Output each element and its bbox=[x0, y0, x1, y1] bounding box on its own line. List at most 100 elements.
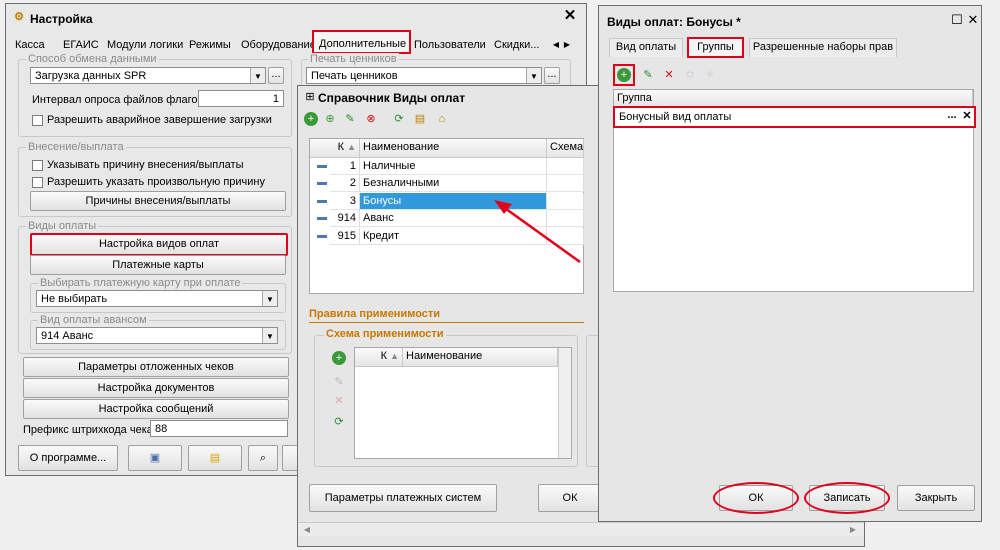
price-print-value: Печать ценников bbox=[311, 70, 398, 82]
open-folder-button[interactable]: ▤ bbox=[188, 445, 242, 471]
row-code: 915 bbox=[330, 227, 360, 245]
ok-highlight bbox=[713, 482, 799, 514]
scheme-delete-icon[interactable]: ✕ bbox=[332, 394, 346, 408]
list-icon[interactable]: ▤ bbox=[413, 112, 427, 126]
delete-icon[interactable]: ⊗ bbox=[364, 112, 378, 126]
about-button[interactable]: О программе... bbox=[18, 445, 118, 471]
messages-button[interactable]: Настройка сообщений bbox=[23, 399, 289, 419]
payment-type-icon: ▬ bbox=[317, 229, 327, 241]
bonus-add-button[interactable]: + bbox=[613, 64, 635, 86]
bonus-group-row[interactable]: Бонусный вид оплаты ... ✕ bbox=[613, 106, 976, 128]
scheme-edit-icon[interactable]: ✎ bbox=[332, 375, 346, 389]
price-print-select[interactable]: Печать ценников ▼ bbox=[306, 67, 542, 84]
scheme-col-k-header[interactable]: К ▲ bbox=[355, 348, 403, 367]
edit-icon[interactable]: ✎ bbox=[343, 112, 357, 126]
documents-button-label: Настройка документов bbox=[97, 382, 215, 394]
search-button[interactable]: ⌕ bbox=[248, 445, 278, 471]
bonus-tab-groups[interactable]: Группы bbox=[687, 37, 744, 58]
payment-type-icon: ▬ bbox=[317, 194, 327, 206]
save-icon-button[interactable]: ▣ bbox=[128, 445, 182, 471]
move-up-icon[interactable]: ✩ bbox=[683, 68, 697, 82]
row-code: 914 bbox=[330, 210, 360, 228]
close-icon[interactable]: ✕ bbox=[967, 13, 979, 27]
rules-group-title: Правила применимости bbox=[309, 308, 441, 320]
poll-interval-input[interactable]: 1 bbox=[198, 90, 284, 107]
scroll-left-icon[interactable]: ◀ bbox=[302, 523, 312, 537]
search-icon: ⌕ bbox=[259, 452, 267, 464]
rules-divider bbox=[309, 322, 584, 323]
poll-interval-label: Интервал опроса файлов флагов: bbox=[32, 94, 207, 106]
emergency-label: Разрешить аварийное завершение загрузки bbox=[47, 114, 272, 126]
choose-card-select[interactable]: Не выбирать ▼ bbox=[36, 290, 278, 307]
catalog-title: Справочник Виды оплат bbox=[318, 91, 466, 105]
emergency-checkbox[interactable] bbox=[32, 115, 43, 126]
col-k-header[interactable]: К ▲ bbox=[310, 139, 360, 158]
payment-settings-button[interactable]: Настройка видов оплат bbox=[30, 233, 288, 256]
catalog-hscrollbar[interactable]: ◀ ▶ bbox=[298, 522, 864, 536]
barcode-prefix-input[interactable]: 88 bbox=[150, 420, 288, 437]
bonus-group-select-button[interactable]: ... bbox=[945, 109, 959, 121]
edit-icon[interactable]: ✎ bbox=[641, 68, 655, 82]
floppy-icon: ▣ bbox=[149, 452, 161, 464]
scheme-col-name-header[interactable]: Наименование bbox=[403, 348, 558, 367]
col-name-label: Наименование bbox=[363, 141, 440, 153]
barcode-prefix-value: 88 bbox=[155, 423, 168, 435]
advance-select[interactable]: 914 Аванс ▼ bbox=[36, 327, 278, 344]
poll-interval-value: 1 bbox=[272, 93, 279, 105]
catalog-ok-label: ОК bbox=[562, 492, 578, 504]
add-icon[interactable]: + bbox=[304, 112, 318, 126]
maximize-icon[interactable]: ☐ bbox=[951, 13, 963, 27]
sort-icon: ▲ bbox=[347, 142, 356, 152]
price-print-group-title: Печать ценников bbox=[308, 53, 399, 65]
documents-button[interactable]: Настройка документов bbox=[23, 378, 289, 398]
cash-free-checkbox[interactable] bbox=[32, 177, 43, 188]
deferred-checks-button[interactable]: Параметры отложенных чеков bbox=[23, 357, 289, 377]
row-code: 1 bbox=[330, 158, 360, 175]
bonus-tab-payment-type[interactable]: Вид оплаты bbox=[609, 38, 683, 57]
deferred-checks-label: Параметры отложенных чеков bbox=[78, 361, 234, 373]
col-scheme-header[interactable]: Схема при bbox=[547, 139, 584, 158]
chevron-down-icon: ▼ bbox=[250, 68, 265, 83]
advance-value: 914 Аванс bbox=[41, 330, 94, 342]
exchange-more-button[interactable]: ... bbox=[268, 67, 284, 84]
chevron-down-icon: ▼ bbox=[262, 291, 277, 306]
scheme-add-icon[interactable]: + bbox=[332, 351, 346, 365]
tab-users[interactable]: Пользователи bbox=[414, 39, 486, 55]
scroll-right-icon[interactable]: ▶ bbox=[848, 523, 858, 537]
tab-scroll-right-icon[interactable]: ▶ bbox=[563, 38, 571, 52]
folder-icon: ▤ bbox=[209, 452, 221, 464]
row-code: 3 bbox=[330, 192, 360, 210]
add-icon: + bbox=[617, 68, 631, 82]
catalog-ok-button[interactable]: ОК bbox=[538, 484, 602, 512]
delete-icon[interactable]: ✕ bbox=[662, 68, 676, 82]
advance-group-title: Вид оплаты авансом bbox=[38, 314, 149, 326]
scheme-scrollbar[interactable] bbox=[558, 348, 571, 458]
exchange-select[interactable]: Загрузка данных SPR ▼ bbox=[30, 67, 266, 84]
catalog-icon: ⊞ bbox=[305, 91, 315, 103]
col-name-header[interactable]: Наименование bbox=[360, 139, 547, 158]
copy-icon[interactable]: ⊕ bbox=[323, 112, 337, 126]
about-button-label: О программе... bbox=[29, 452, 107, 464]
cash-reason-checkbox[interactable] bbox=[32, 160, 43, 171]
refresh-icon[interactable]: ⟳ bbox=[392, 112, 406, 126]
payment-cards-button[interactable]: Платежные карты bbox=[30, 255, 286, 275]
clear-icon[interactable]: ✕ bbox=[961, 109, 973, 122]
tab-additional[interactable]: Дополнительные bbox=[312, 30, 411, 54]
scheme-refresh-icon[interactable]: ⟳ bbox=[332, 415, 346, 429]
bonus-tab-rights[interactable]: Разрешенные наборы прав bbox=[749, 38, 897, 57]
filter-icon[interactable]: ⌂ bbox=[435, 112, 449, 126]
price-print-more-button[interactable]: ... bbox=[544, 67, 560, 84]
barcode-prefix-label: Префикс штрихкода чека: bbox=[23, 424, 156, 436]
cash-reasons-button[interactable]: Причины внесения/выплаты bbox=[30, 191, 286, 211]
bonus-col-group-header[interactable]: Группа bbox=[614, 90, 973, 107]
tab-scroll-left-icon[interactable]: ◀ bbox=[552, 38, 560, 52]
tab-discounts[interactable]: Скидки... bbox=[494, 39, 539, 55]
tab-equipment[interactable]: Оборудование bbox=[241, 39, 316, 55]
choose-card-value: Не выбирать bbox=[41, 293, 108, 305]
payment-systems-button[interactable]: Параметры платежных систем bbox=[309, 484, 497, 512]
bonus-close-button[interactable]: Закрыть bbox=[897, 485, 975, 511]
table-row[interactable]: ▬ 1 Наличные bbox=[310, 158, 584, 175]
move-down-icon[interactable]: ✧ bbox=[703, 68, 717, 82]
close-icon[interactable]: ✕ bbox=[562, 8, 578, 23]
tab-modes[interactable]: Режимы bbox=[189, 39, 231, 55]
